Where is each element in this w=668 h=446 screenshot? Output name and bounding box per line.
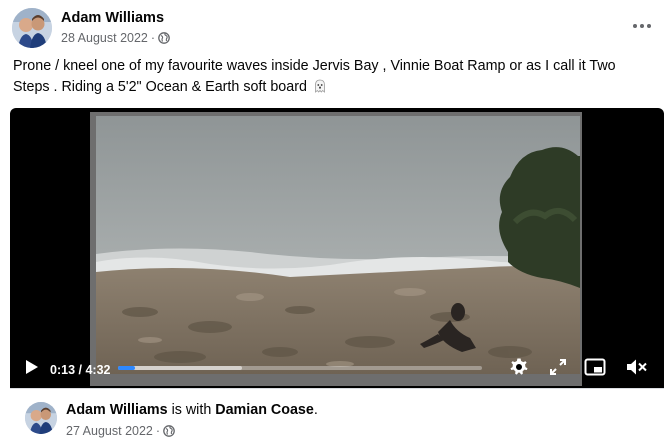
tagged-person[interactable]: Damian Coase [215,402,314,418]
post-header: Adam Williams 28 August 2022 · [12,8,656,50]
play-button[interactable] [22,357,42,377]
progress-bar[interactable] [118,366,482,370]
video-frame [90,112,582,386]
video-player[interactable]: 0:13 / 4:32 [10,108,664,388]
divider [10,388,664,389]
shared-post-date[interactable]: 27 August 2022 [66,424,153,438]
current-time: 0:13 [50,363,76,377]
post-date[interactable]: 28 August 2022 [61,31,148,45]
miniplayer-icon [584,358,606,376]
globe-icon[interactable] [163,425,175,437]
fullscreen-icon [550,359,566,375]
globe-icon[interactable] [158,32,170,44]
play-icon [26,360,38,374]
settings-button[interactable] [507,355,531,379]
post-meta: 28 August 2022 · [61,31,170,45]
mute-button[interactable] [624,355,650,379]
shared-post-meta: 27 August 2022 · [66,424,175,438]
progress-buffered [118,366,242,370]
video-time: 0:13 / 4:32 [50,363,110,377]
more-options-button[interactable] [628,12,656,40]
miniplayer-button[interactable] [582,355,608,379]
shared-post-avatar[interactable] [25,402,57,434]
duration: 4:32 [85,363,111,377]
shared-line-end: . [313,402,318,418]
post-caption: Prone / kneel one of my favourite waves … [13,56,653,98]
meta-separator: · [150,31,156,45]
mute-icon [627,359,647,375]
shared-post-author[interactable]: Adam Williams [66,402,168,418]
ghost-emoji [313,79,327,93]
time-separator: / [75,363,86,377]
progress-played [118,366,136,370]
shared-with-text: is with [171,402,212,418]
more-options-icon [633,24,651,28]
shared-meta-separator: · [155,424,161,438]
shared-post-title: Adam Williams is with Damian Coase. [66,402,318,418]
fullscreen-button[interactable] [546,355,570,379]
author-name[interactable]: Adam Williams [61,10,164,26]
avatar[interactable] [12,8,52,48]
settings-icon [510,358,528,375]
